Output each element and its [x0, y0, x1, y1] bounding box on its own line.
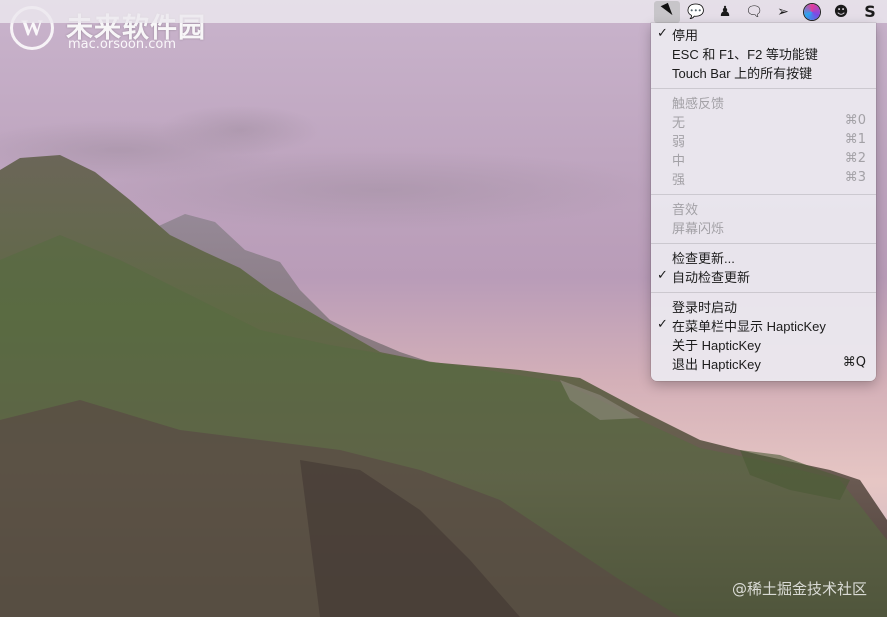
chat-bubble-icon[interactable]: 🗨 [741, 1, 767, 23]
qq-penguin-icon[interactable]: ♟ [712, 1, 738, 23]
menu-separator [651, 88, 876, 89]
menu-item-screen-flash: 屏幕闪烁 [651, 219, 876, 238]
menu-item-sound-effect: 音效 [651, 200, 876, 219]
shortcut-label: ⌘1 [844, 132, 866, 147]
haptickey-dropdown-menu: ✓ 停用 ESC 和 F1、F2 等功能键 Touch Bar 上的所有按键 触… [651, 23, 876, 381]
menu-item-esc-function-keys[interactable]: ESC 和 F1、F2 等功能键 [651, 45, 876, 64]
menu-item-label: 中 [672, 153, 686, 168]
menu-item-label: 退出 HapticKey [672, 357, 761, 372]
menu-item-haptic-medium: 中 ⌘2 [651, 151, 876, 170]
menu-item-haptic-none: 无 ⌘0 [651, 113, 876, 132]
menu-item-label: 关于 HapticKey [672, 338, 761, 353]
menu-item-label: 触感反馈 [672, 96, 725, 111]
haptickey-cursor-icon[interactable] [654, 0, 680, 23]
menu-item-label: ESC 和 F1、F2 等功能键 [672, 47, 818, 62]
mask-face-icon[interactable]: ☻ [828, 1, 854, 23]
juejin-watermark: @稀土掘金技术社区 [731, 580, 867, 598]
menu-item-haptic-weak: 弱 ⌘1 [651, 132, 876, 151]
menu-item-label: 音效 [672, 202, 699, 217]
siri-icon[interactable] [799, 1, 825, 23]
menu-item-quit[interactable]: 退出 HapticKey ⌘Q [651, 355, 876, 374]
menubar-status-area: 💬 ♟ 🗨 ➢ ☻ S [651, 0, 883, 23]
menu-item-label: 强 [672, 172, 686, 187]
menu-item-label: 自动检查更新 [672, 270, 751, 285]
menu-item-label: Touch Bar 上的所有按键 [672, 66, 813, 81]
menu-item-label: 屏幕闪烁 [672, 221, 725, 236]
menu-item-label: 登录时启动 [672, 300, 738, 315]
checkmark-icon: ✓ [657, 268, 668, 283]
menu-item-label: 无 [672, 115, 686, 130]
menu-item-launch-at-login[interactable]: 登录时启动 [651, 298, 876, 317]
shortcut-label: ⌘2 [844, 151, 866, 166]
telegram-plane-icon[interactable]: ➢ [770, 1, 796, 23]
menu-item-haptic-strong: 强 ⌘3 [651, 170, 876, 189]
menu-separator [651, 194, 876, 195]
menu-item-disable[interactable]: ✓ 停用 [651, 26, 876, 45]
menu-item-label: 在菜单栏中显示 HapticKey [672, 319, 826, 334]
macos-menu-bar: 💬 ♟ 🗨 ➢ ☻ S [0, 0, 887, 23]
menu-header-haptic-feedback: 触感反馈 [651, 94, 876, 113]
menu-item-touchbar-all-keys[interactable]: Touch Bar 上的所有按键 [651, 64, 876, 83]
menu-item-label: 停用 [672, 28, 699, 43]
s-logo-icon[interactable]: S [857, 1, 883, 23]
shortcut-label: ⌘3 [844, 170, 866, 185]
menu-item-label: 弱 [672, 134, 686, 149]
watermark-url: mac.orsoon.com [68, 37, 177, 52]
menu-item-show-in-menubar[interactable]: ✓ 在菜单栏中显示 HapticKey [651, 317, 876, 336]
shortcut-label: ⌘Q [842, 355, 866, 370]
wechat-icon[interactable]: 💬 [683, 1, 709, 23]
checkmark-icon: ✓ [657, 317, 668, 332]
menu-item-label: 检查更新... [672, 251, 735, 266]
shortcut-label: ⌘0 [844, 113, 866, 128]
checkmark-icon: ✓ [657, 26, 668, 41]
menu-item-auto-check-updates[interactable]: ✓ 自动检查更新 [651, 268, 876, 287]
menu-item-about[interactable]: 关于 HapticKey [651, 336, 876, 355]
menu-separator [651, 243, 876, 244]
menu-separator [651, 292, 876, 293]
menu-item-check-updates[interactable]: 检查更新... [651, 249, 876, 268]
